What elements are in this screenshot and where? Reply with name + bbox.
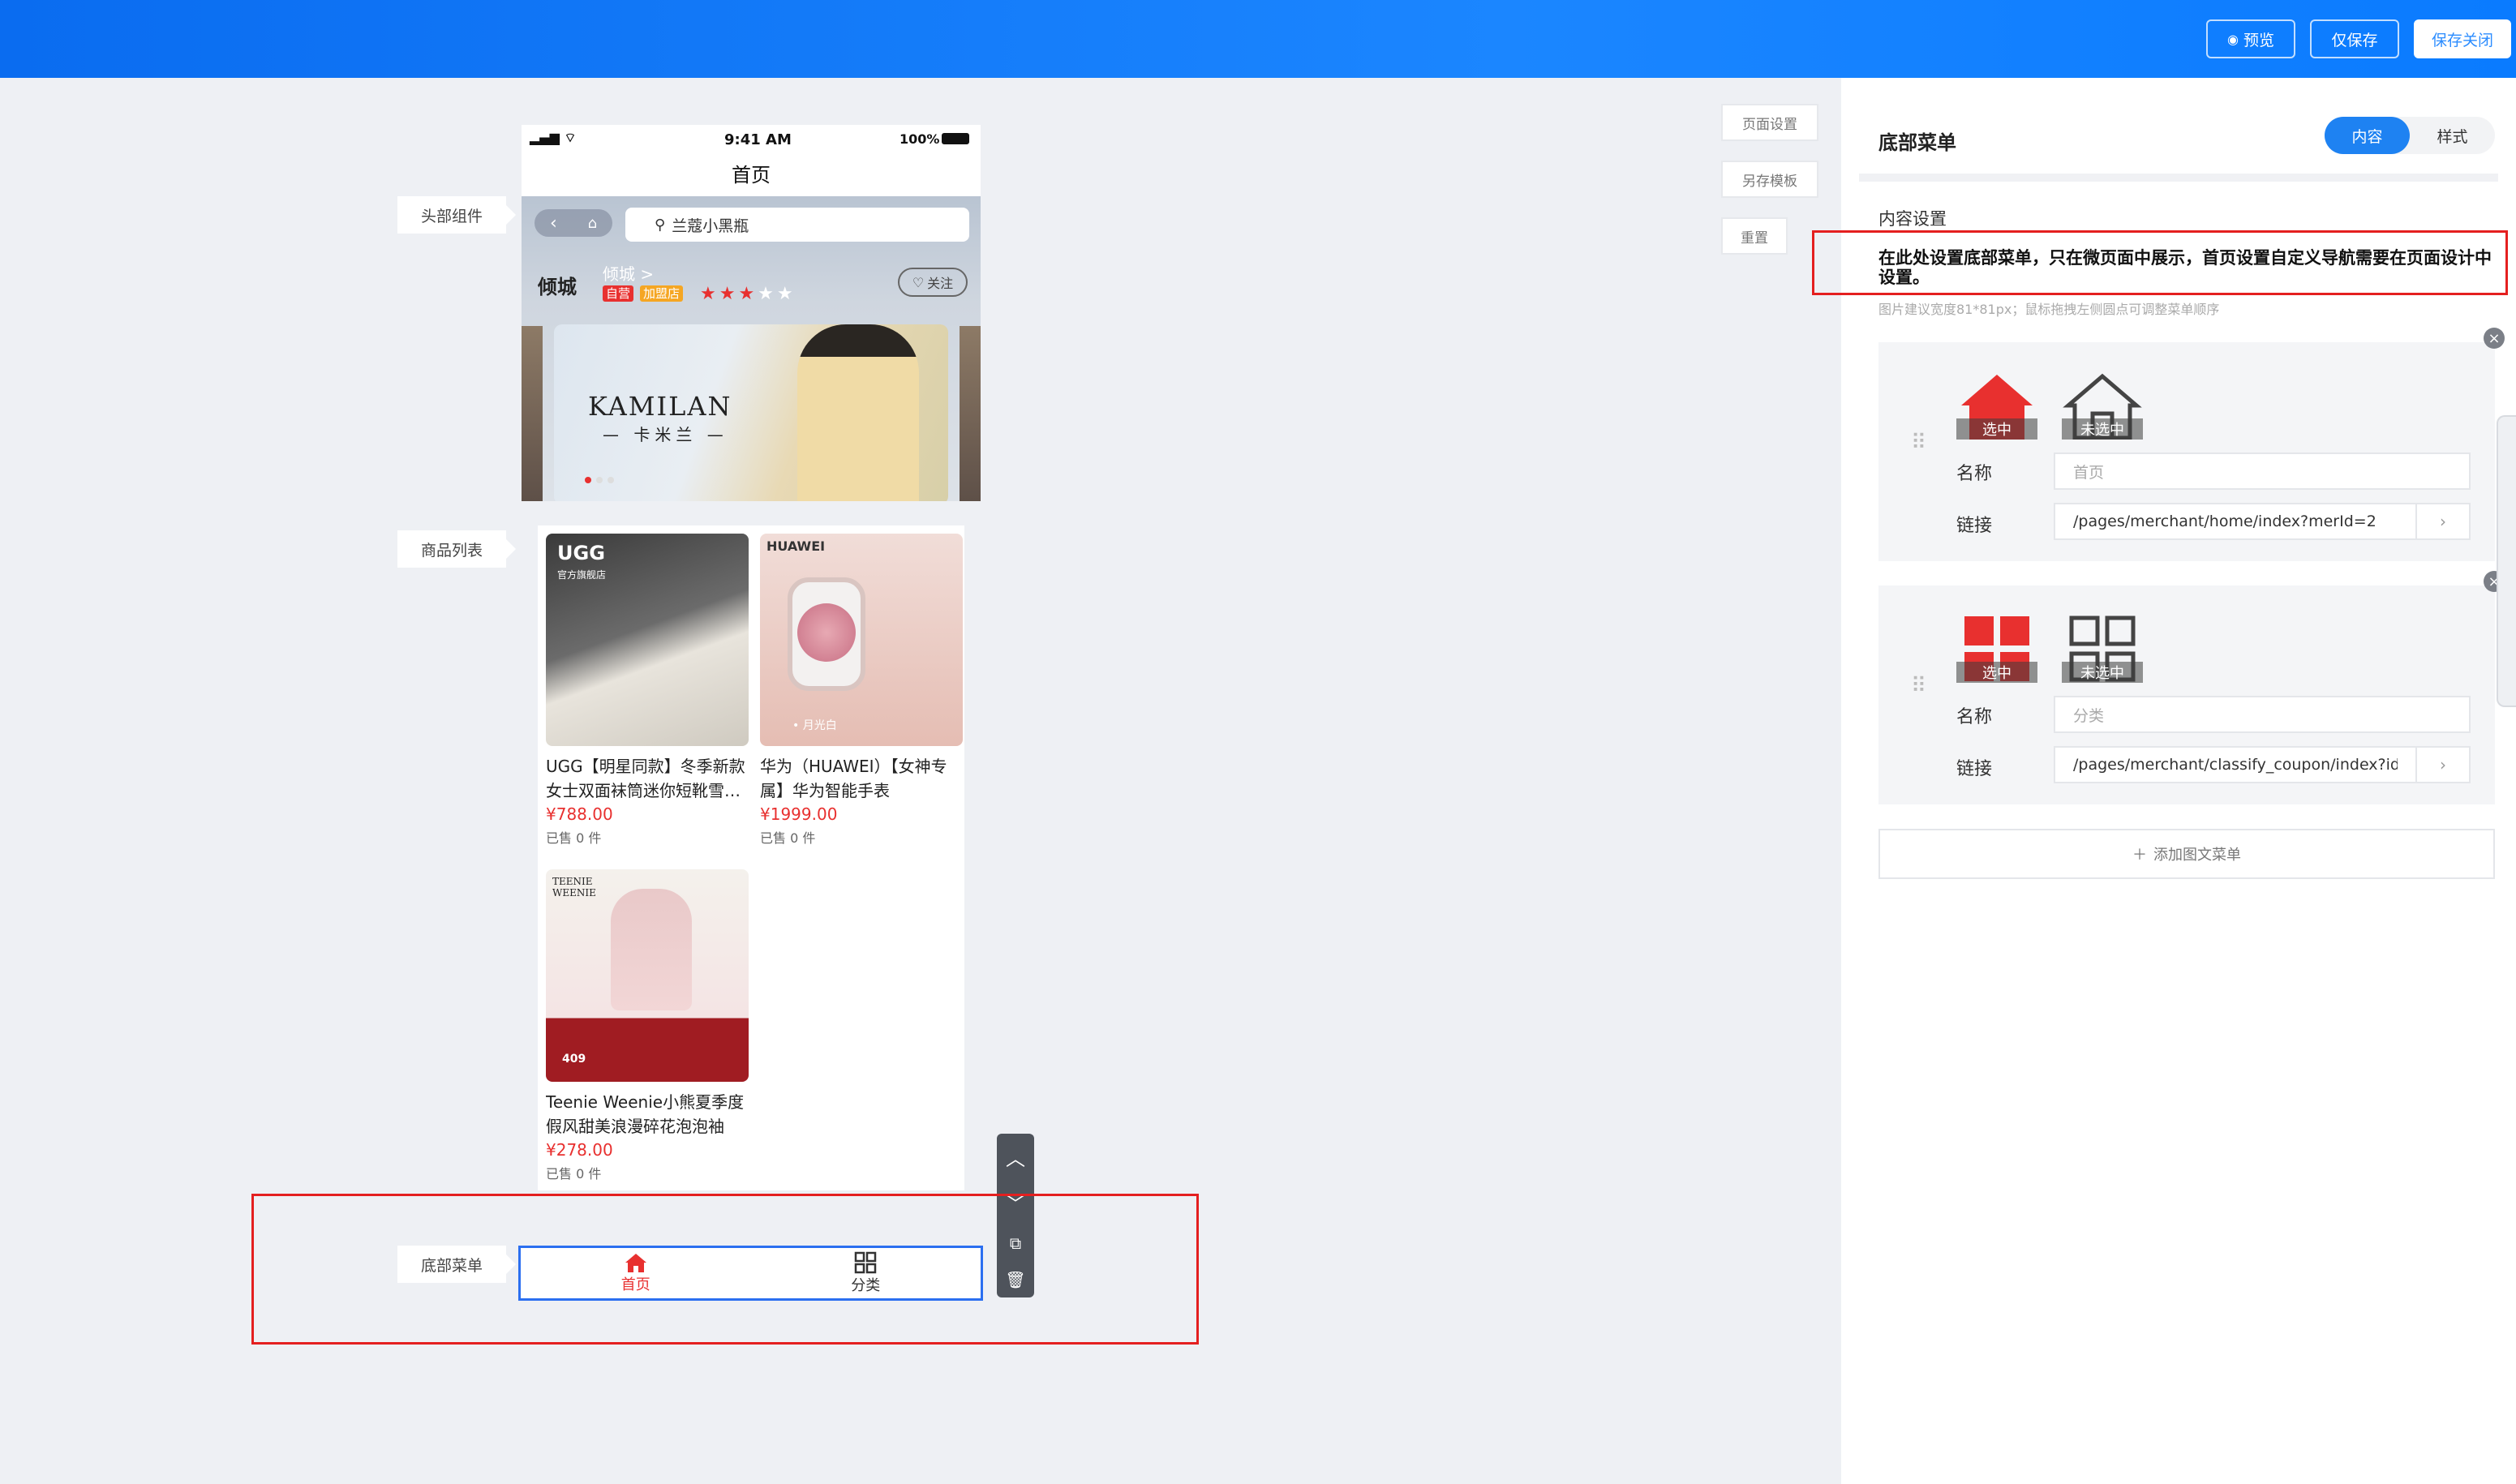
selected-icon-upload[interactable]: 选中	[1956, 613, 2037, 683]
home-outline-icon[interactable]: ⌂	[588, 215, 597, 232]
goods-sold: 已售 0 件	[546, 830, 602, 846]
shop-logo: 倾城	[538, 275, 577, 298]
banner-prev-peek	[522, 326, 543, 501]
goods-list: UGG 官方旗舰店 UGG【明星同款】冬季新款女士双面袜筒迷你短靴雪… ¥788…	[538, 525, 964, 1190]
header-component[interactable]: ‹ ⌂ ⚲ 兰蔻小黑瓶 倾城 倾城 > 自营 加盟店 ★★★★★ ♡ 关注 KA…	[522, 196, 981, 501]
banner-dots	[585, 477, 614, 483]
status-bar: ▂▄▆ ⌔ 9:41 AM 100%	[522, 125, 981, 154]
banner-model-image	[797, 324, 919, 501]
close-icon[interactable]: ×	[2484, 328, 2505, 349]
goods-price: ¥278.00	[546, 1140, 613, 1160]
side-label-header[interactable]: 头部组件	[397, 196, 516, 234]
goods-name: Teenie Weenie小熊夏季度假风甜美浪漫碎花泡泡袖连…	[546, 1092, 745, 1136]
highlight-settings-note	[1812, 230, 2508, 295]
name-input[interactable]: 分类	[2054, 696, 2471, 733]
move-up-icon[interactable]: ︿	[1006, 1143, 1025, 1171]
status-time: 9:41 AM	[724, 131, 792, 148]
link-label: 链接	[1956, 516, 1993, 536]
add-menu-button[interactable]: ＋ 添加图文菜单	[1878, 829, 2495, 879]
banner-brand-sub: — 卡米兰 —	[603, 425, 728, 444]
name-label: 名称	[1956, 464, 1993, 484]
panel-title: 底部菜单	[1878, 131, 1956, 154]
tag-franchise: 加盟店	[640, 285, 684, 302]
drag-handle-icon[interactable]: ⠿	[1911, 432, 1928, 453]
banner-carousel[interactable]: KAMILAN — 卡米兰 —	[554, 324, 948, 501]
chevron-right-icon[interactable]: ›	[2415, 504, 2469, 538]
top-bar: ◉ 预览 仅保存 保存关闭	[0, 0, 2516, 78]
divider	[1859, 174, 2498, 182]
tab-content[interactable]: 内容	[2325, 117, 2410, 154]
link-label: 链接	[1956, 759, 1993, 779]
reset-button[interactable]: 重置	[1721, 217, 1788, 255]
goods-card[interactable]: UGG 官方旗舰店 UGG【明星同款】冬季新款女士双面袜筒迷你短靴雪… ¥788…	[546, 534, 749, 847]
goods-card[interactable]: TEENIE WEENIE 409 Teenie Weenie小熊夏季度假风甜美…	[546, 869, 749, 1182]
highlight-footer-menu	[251, 1194, 1199, 1345]
page-settings-button[interactable]: 页面设置	[1721, 104, 1818, 141]
goods-image: UGG 官方旗舰店	[546, 534, 749, 746]
link-input[interactable]: /pages/merchant/classify_coupon/index?id…	[2054, 746, 2471, 783]
goods-price: ¥788.00	[546, 804, 613, 824]
banner-brand: KAMILAN	[588, 391, 732, 422]
chevron-right-icon[interactable]: ›	[2415, 748, 2469, 782]
search-input[interactable]: ⚲ 兰蔻小黑瓶	[625, 208, 969, 242]
name-label: 名称	[1956, 707, 1993, 727]
goods-card[interactable]: HUAWEI • 月光白 华为（HUAWEI）【女神专属】华为智能手表WATCH…	[760, 534, 963, 847]
panel-tabs: 内容 样式	[2325, 117, 2495, 154]
unselected-icon-upload[interactable]: 未选中	[2062, 370, 2143, 440]
banner-next-peek	[960, 326, 981, 501]
back-icon[interactable]: ‹	[550, 213, 557, 234]
plus-icon: ＋	[2132, 847, 2147, 864]
page-title: 首页	[522, 154, 981, 196]
goods-image: HUAWEI • 月光白	[760, 534, 963, 746]
dress-shape	[611, 889, 692, 1010]
link-input[interactable]: /pages/merchant/home/index?merId=2 ›	[2054, 503, 2471, 540]
eye-icon: ◉	[2227, 31, 2239, 47]
side-label-goods[interactable]: 商品列表	[397, 530, 516, 568]
side-widget[interactable]	[2497, 415, 2516, 707]
settings-hint: 图片建议宽度81*81px；鼠标拖拽左侧圆点可调整菜单顺序	[1878, 302, 2220, 317]
menu-item-card[interactable]: × ⠿ 选中 未选中 名称 首页 链接 /pages/merchant/home…	[1878, 328, 2505, 561]
save-close-button[interactable]: 保存关闭	[2414, 19, 2511, 58]
selected-icon-upload[interactable]: 选中	[1956, 370, 2037, 440]
rating-stars: ★★★★★	[700, 284, 796, 304]
preview-button[interactable]: ◉ 预览	[2206, 19, 2295, 58]
battery-icon	[942, 133, 969, 144]
goods-name: 华为（HUAWEI）【女神专属】华为智能手表WATCH…	[760, 757, 947, 800]
save-only-button[interactable]: 仅保存	[2310, 19, 2399, 58]
nav-pill[interactable]: ‹ ⌂	[535, 209, 612, 237]
goods-name: UGG【明星同款】冬季新款女士双面袜筒迷你短靴雪…	[546, 757, 745, 800]
shop-name[interactable]: 倾城 >	[603, 261, 654, 285]
search-icon: ⚲	[655, 216, 666, 234]
signal-icon: ▂▄▆ ⌔	[530, 130, 577, 145]
goods-sold: 已售 0 件	[546, 1166, 602, 1182]
section-title: 内容设置	[1878, 209, 1947, 229]
goods-sold: 已售 0 件	[760, 830, 816, 846]
drag-handle-icon[interactable]: ⠿	[1911, 676, 1928, 697]
phone-preview: ▂▄▆ ⌔ 9:41 AM 100% 首页 ‹ ⌂ ⚲ 兰蔻小黑瓶 倾城 倾城 …	[522, 125, 981, 1309]
tab-style[interactable]: 样式	[2410, 117, 2495, 154]
heart-icon: ♡	[912, 274, 925, 290]
tag-self-operated: 自营	[603, 285, 634, 302]
menu-item-card[interactable]: × ⠿ 选中 未选中 名称 分类 链接 /pages/merchant/clas…	[1878, 571, 2505, 804]
goods-price: ¥1999.00	[760, 804, 838, 824]
watch-face	[797, 603, 856, 662]
follow-button[interactable]: ♡ 关注	[898, 268, 968, 297]
save-as-template-button[interactable]: 另存模板	[1721, 161, 1818, 198]
goods-image: TEENIE WEENIE 409	[546, 869, 749, 1082]
unselected-icon-upload[interactable]: 未选中	[2062, 613, 2143, 683]
battery-level: 100%	[899, 131, 940, 147]
name-input[interactable]: 首页	[2054, 452, 2471, 490]
